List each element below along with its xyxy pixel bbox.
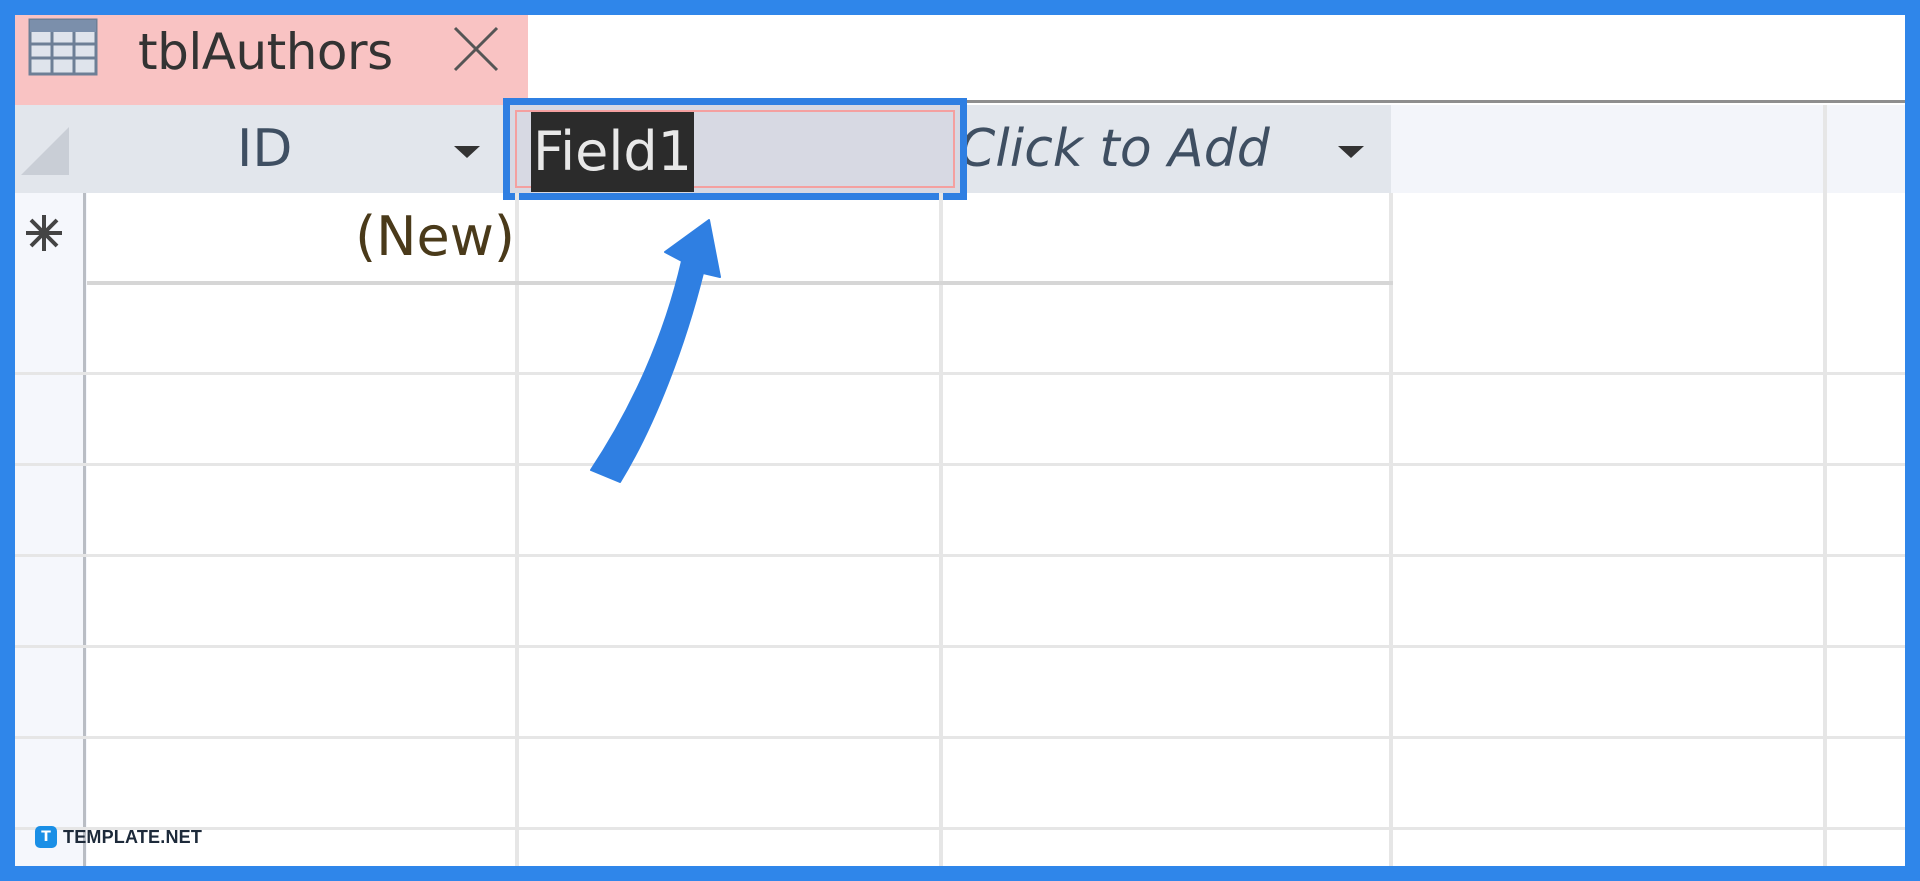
template-logo-icon: T: [35, 826, 57, 848]
pointer-arrow-icon: [590, 219, 721, 483]
datasheet-window: tblAuthors ID Click to Add Field1 (New): [15, 15, 1905, 866]
brand-name: TEMPLATE.NET: [63, 826, 203, 847]
template-net-watermark: T TEMPLATE.NET: [35, 826, 202, 848]
